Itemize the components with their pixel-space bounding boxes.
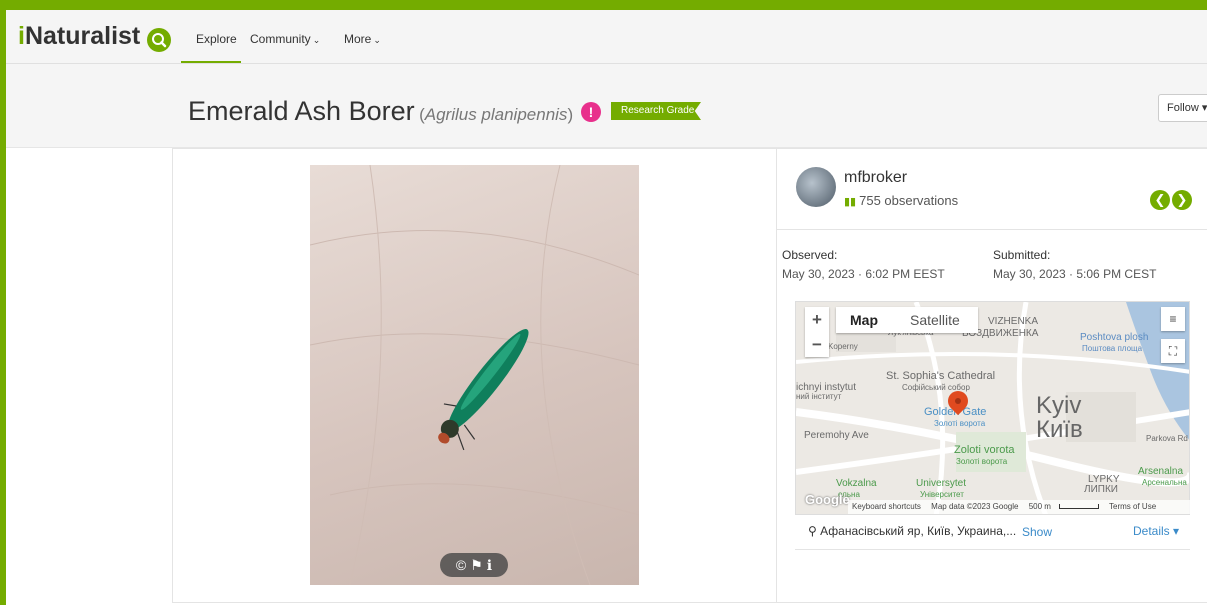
observed-date: May 30, 2023 · 6:02 PM EEST	[782, 267, 945, 281]
map-label-poshtova: Poshtova plosh	[1080, 332, 1149, 343]
observation-count-text: 755 observations	[859, 193, 959, 208]
nav-active-indicator	[181, 61, 241, 63]
map-label-poshtova-ua: Поштова площа	[1082, 344, 1143, 353]
research-grade-badge: Research Grade	[611, 102, 701, 120]
map-label-kopernyka: Koperny	[828, 342, 858, 351]
map-data-text: Map data ©2023 Google	[931, 502, 1019, 511]
nav-community[interactable]: Community ⌄	[250, 32, 320, 46]
location-map[interactable]: VIZHENKA ВОЗДВИЖЕНКА Poshtova plosh Пошт…	[795, 301, 1190, 515]
zoom-in-button[interactable]: +	[805, 307, 829, 332]
taxon-title: Emerald Ash Borer (Agrilus planipennis)	[188, 96, 573, 127]
google-logo: Google	[805, 492, 850, 507]
details-dropdown[interactable]: Details ▾	[1133, 524, 1179, 538]
keyboard-shortcuts-link[interactable]: Keyboard shortcuts	[852, 502, 921, 511]
inaturalist-logo[interactable]: iNaturalist	[18, 22, 140, 51]
page-frame-top	[0, 0, 1207, 10]
follow-button[interactable]: Follow ▾	[1158, 94, 1207, 122]
chevron-down-icon: ⌄	[373, 35, 381, 45]
fullscreen-icon[interactable]: ⛶	[1161, 339, 1185, 363]
flag-icon[interactable]: ⚑	[470, 557, 483, 573]
map-label-instytut-ua: ний інститут	[796, 392, 842, 401]
place-guess: ⚲ Афанасівський яр, Київ, Украина,...	[808, 524, 1016, 538]
next-observation-button[interactable]: ❯	[1172, 190, 1192, 210]
map-label-zoloti-ua: Золоті ворота	[956, 457, 1008, 466]
zoom-out-button[interactable]: −	[805, 332, 829, 357]
map-label-lypky-ua: ЛИПКИ	[1084, 484, 1118, 495]
common-name[interactable]: Emerald Ash Borer	[188, 96, 415, 126]
place-divider	[795, 549, 1190, 550]
avatar[interactable]	[796, 167, 836, 207]
show-place-link[interactable]: Show	[1022, 525, 1052, 539]
observation-title-bar: Emerald Ash Borer (Agrilus planipennis) …	[6, 64, 1207, 148]
sci-name-text: Agrilus planipennis	[424, 105, 568, 124]
submitted-date: May 30, 2023 · 5:06 PM CEST	[993, 267, 1157, 281]
photo-controls: © ⚑ ℹ	[440, 553, 508, 577]
info-icon[interactable]: ℹ	[487, 557, 492, 573]
map-label-golden-gate-ua: Золоті ворота	[934, 419, 986, 428]
observation-photo[interactable]: © ⚑ ℹ	[310, 165, 639, 585]
alert-icon[interactable]: !	[581, 102, 601, 122]
scale-bar	[1058, 504, 1099, 510]
satellite-tab[interactable]: Satellite	[910, 312, 960, 328]
map-label-arsenalna-ua: Арсенальна	[1142, 478, 1187, 487]
search-icon[interactable]	[147, 28, 171, 52]
nav-more[interactable]: More ⌄	[344, 32, 381, 46]
beetle-photo	[310, 165, 639, 585]
map-label-sophia: St. Sophia's Cathedral	[886, 370, 996, 382]
chevron-down-icon: ⌄	[312, 35, 321, 45]
map-label-vozdvyzhenka: VIZHENKA	[988, 316, 1039, 327]
map-type-control: Map Satellite	[836, 307, 978, 333]
map-label-parkova: Parkova Rd	[1146, 434, 1188, 443]
username-link[interactable]: mfbroker	[844, 169, 907, 187]
map-label-peremohy: Peremohy Ave	[804, 430, 869, 441]
nav-community-label: Community	[250, 32, 311, 46]
map-label-universytet-ua: Університет	[920, 490, 964, 499]
sci-close-paren: )	[567, 105, 574, 124]
map-tab[interactable]: Map	[850, 312, 878, 328]
nav-more-label: More	[344, 32, 372, 46]
layers-icon[interactable]: ≡	[1161, 307, 1185, 331]
location-marker-icon: ⚲	[808, 524, 817, 538]
scientific-name[interactable]: (Agrilus planipennis)	[419, 105, 573, 124]
observation-count[interactable]: ▮▮ 755 observations	[844, 193, 958, 208]
location-pin-center	[955, 398, 961, 404]
column-divider	[776, 148, 777, 603]
map-zoom-control: + −	[805, 307, 829, 357]
top-navbar: iNaturalist Explore Community ⌄ More ⌄	[6, 10, 1207, 64]
nav-explore[interactable]: Explore	[196, 32, 237, 46]
logo-prefix: i	[18, 22, 25, 50]
map-label-kyiv-ua: Київ	[1036, 416, 1083, 443]
map-label-universytet: Universytet	[916, 478, 967, 489]
logo-text: Naturalist	[24, 22, 141, 50]
previous-observation-button[interactable]: ❮	[1150, 190, 1170, 210]
copyright-icon[interactable]: ©	[456, 557, 466, 573]
observed-label: Observed:	[782, 248, 838, 262]
map-label-arsenalna: Arsenalna	[1138, 466, 1184, 477]
map-label-vokzalna: Vokzalna	[836, 478, 877, 489]
map-label-zoloti: Zoloti vorota	[954, 444, 1015, 456]
terms-link[interactable]: Terms of Use	[1109, 502, 1156, 511]
map-attribution: Keyboard shortcuts Map data ©2023 Google…	[848, 500, 1190, 514]
submitted-label: Submitted:	[993, 248, 1051, 262]
scale-label[interactable]: 500 m	[1029, 502, 1051, 511]
binoculars-icon: ▮▮	[844, 196, 857, 208]
user-section-divider	[777, 229, 1207, 230]
place-name: Афанасівський яр, Київ, Украина,...	[820, 524, 1017, 538]
